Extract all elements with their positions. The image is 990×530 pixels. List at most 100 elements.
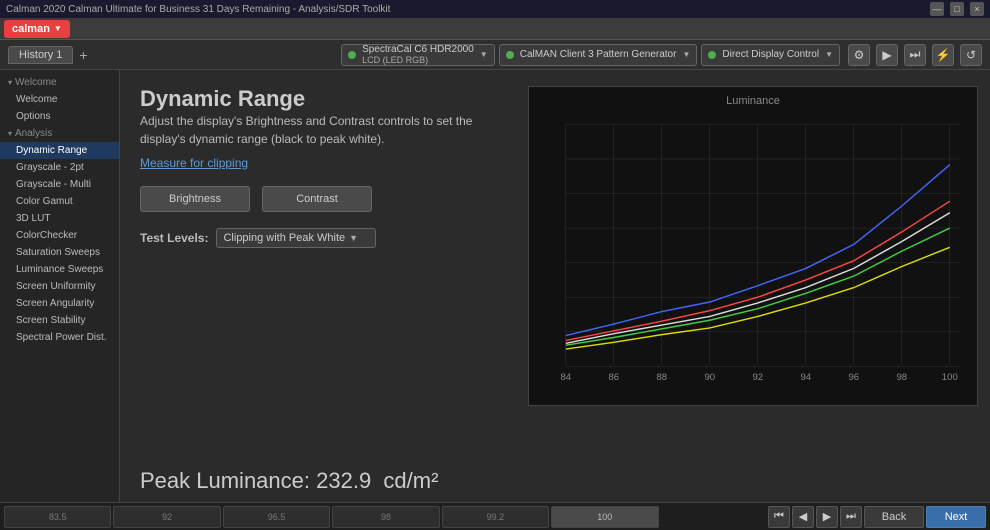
analysis-chevron-icon: ▾ [8,129,12,138]
nav-controls: ⏮ ◀ ▶ ⏭ Back Next [768,506,986,528]
skip-back-icon: ⏮ [774,510,784,523]
test-levels-arrow-icon: ▼ [349,233,358,243]
device-name-3: Direct Display Control [722,49,819,60]
next-button[interactable]: Next [926,506,986,528]
calman-logo[interactable]: calman ▼ [4,20,70,38]
device-selector-3[interactable]: Direct Display Control ▼ [701,44,840,66]
skip-back-button[interactable]: ⏮ [768,506,790,528]
window-controls[interactable]: — □ × [930,2,984,16]
sidebar-item-label: ColorChecker [16,230,77,241]
sidebar-item-colorchecker[interactable]: ColorChecker [0,227,119,244]
device-arrow-3: ▼ [825,50,833,59]
svg-text:100: 100 [942,372,958,383]
chart-title: Luminance [537,95,969,107]
sidebar-item-label: Screen Stability [16,315,85,326]
thumb-label-5: 99.2 [487,512,505,522]
sidebar-item-label: Welcome [16,94,58,105]
device-status-indicator-2 [506,51,514,59]
peak-luminance-display: Peak Luminance: 232.9 cd/m² [140,468,512,494]
thumb-label-4: 98 [381,512,391,522]
thumb-label-2: 92 [162,512,172,522]
sidebar-item-label: Options [16,111,50,122]
sidebar-item-screen-uniformity[interactable]: Screen Uniformity [0,278,119,295]
test-levels-label: Test Levels: [140,231,208,245]
sidebar-item-spectral-power[interactable]: Spectral Power Dist. [0,329,119,346]
sidebar-item-label: Screen Angularity [16,298,94,309]
sidebar-item-screen-angularity[interactable]: Screen Angularity [0,295,119,312]
sidebar-item-grayscale-2pt[interactable]: Grayscale - 2pt [0,159,119,176]
menu-bar: calman ▼ [0,18,990,40]
svg-text:90: 90 [704,372,715,383]
device-name-1: SpectraCal C6 HDR2000 LCD (LED RGB) [362,44,474,66]
test-levels-value: Clipping with Peak White [223,232,345,244]
luminance-chart: 84 86 88 90 92 94 96 98 100 [537,111,969,397]
forward-icon-button[interactable]: ▶ [816,506,838,528]
sidebar-item-dynamic-range[interactable]: Dynamic Range [0,142,119,159]
peak-luminance-unit: cd/m² [383,468,438,493]
sidebar-item-luminance-sweeps[interactable]: Luminance Sweeps [0,261,119,278]
description-text: Adjust the display's Brightness and Cont… [140,112,512,148]
skip-icon-btn[interactable]: ⏭ [904,44,926,66]
minimize-button[interactable]: — [930,2,944,16]
sidebar-item-welcome[interactable]: Welcome [0,91,119,108]
refresh-icon-btn[interactable]: ↺ [960,44,982,66]
sidebar-item-label: 3D LUT [16,213,50,224]
contrast-button[interactable]: Contrast [262,186,372,212]
thumb-3[interactable]: 96.5 [223,506,330,528]
device-name-2: CalMAN Client 3 Pattern Generator [520,49,677,60]
right-panel: Dynamic Range Adjust the display's Brigh… [120,70,990,502]
sidebar-item-options[interactable]: Options [0,108,119,125]
analysis-section-label: Analysis [15,128,52,139]
sidebar-item-screen-stability[interactable]: Screen Stability [0,312,119,329]
maximize-button[interactable]: □ [950,2,964,16]
lightning-icon-btn[interactable]: ⚡ [932,44,954,66]
logo-dropdown-arrow: ▼ [54,24,62,33]
svg-text:96: 96 [848,372,859,383]
svg-text:88: 88 [656,372,667,383]
svg-text:86: 86 [608,372,619,383]
skip-forward-button[interactable]: ⏭ [840,506,862,528]
svg-text:92: 92 [752,372,763,383]
history-tab[interactable]: History 1 [8,46,73,64]
close-button[interactable]: × [970,2,984,16]
back-arrow-icon: ◀ [799,510,807,523]
forward-arrow-icon: ▶ [823,510,831,523]
svg-text:84: 84 [560,372,571,383]
sidebar-item-color-gamut[interactable]: Color Gamut [0,193,119,210]
back-label: Back [882,511,906,523]
thumb-6[interactable]: 100 [551,506,658,528]
thumb-2[interactable]: 92 [113,506,220,528]
peak-luminance-label: Peak Luminance: [140,468,310,493]
brightness-button[interactable]: Brightness [140,186,250,212]
thumb-4[interactable]: 98 [332,506,439,528]
main-layout: ▾ Welcome Welcome Options ▾ Analysis Dyn… [0,70,990,502]
sidebar-section-analysis[interactable]: ▾ Analysis [0,125,119,142]
device-selector-1[interactable]: SpectraCal C6 HDR2000 LCD (LED RGB) ▼ [341,44,495,66]
thumb-1[interactable]: 83.5 [4,506,111,528]
welcome-section-label: Welcome [15,77,57,88]
sidebar-section-welcome[interactable]: ▾ Welcome [0,74,119,91]
measure-clipping-link[interactable]: Measure for clipping [140,156,512,170]
thumb-5[interactable]: 99.2 [442,506,549,528]
sidebar-item-3dlut[interactable]: 3D LUT [0,210,119,227]
sidebar-item-saturation-sweeps[interactable]: Saturation Sweeps [0,244,119,261]
sidebar-item-label: Grayscale - 2pt [16,162,84,173]
back-icon-button[interactable]: ◀ [792,506,814,528]
device-arrow-1: ▼ [480,50,488,59]
device-status-indicator-3 [708,51,716,59]
device-arrow-2: ▼ [682,50,690,59]
settings-icon-btn[interactable]: ⚙ [848,44,870,66]
svg-text:98: 98 [896,372,907,383]
thumb-label-3: 96.5 [268,512,286,522]
test-levels-row: Test Levels: Clipping with Peak White ▼ [140,228,512,248]
back-button[interactable]: Back [864,506,924,528]
history-add-button[interactable]: + [79,47,87,63]
thumb-label-6: 100 [597,512,612,522]
sidebar-item-label: Dynamic Range [16,145,87,156]
test-levels-dropdown[interactable]: Clipping with Peak White ▼ [216,228,376,248]
sidebar-item-grayscale-multi[interactable]: Grayscale - Multi [0,176,119,193]
page-title: Dynamic Range [140,86,512,112]
device-selector-2[interactable]: CalMAN Client 3 Pattern Generator ▼ [499,44,698,66]
play-icon-btn[interactable]: ▶ [876,44,898,66]
toolbar-icons: ⚙ ▶ ⏭ ⚡ ↺ [848,44,982,66]
